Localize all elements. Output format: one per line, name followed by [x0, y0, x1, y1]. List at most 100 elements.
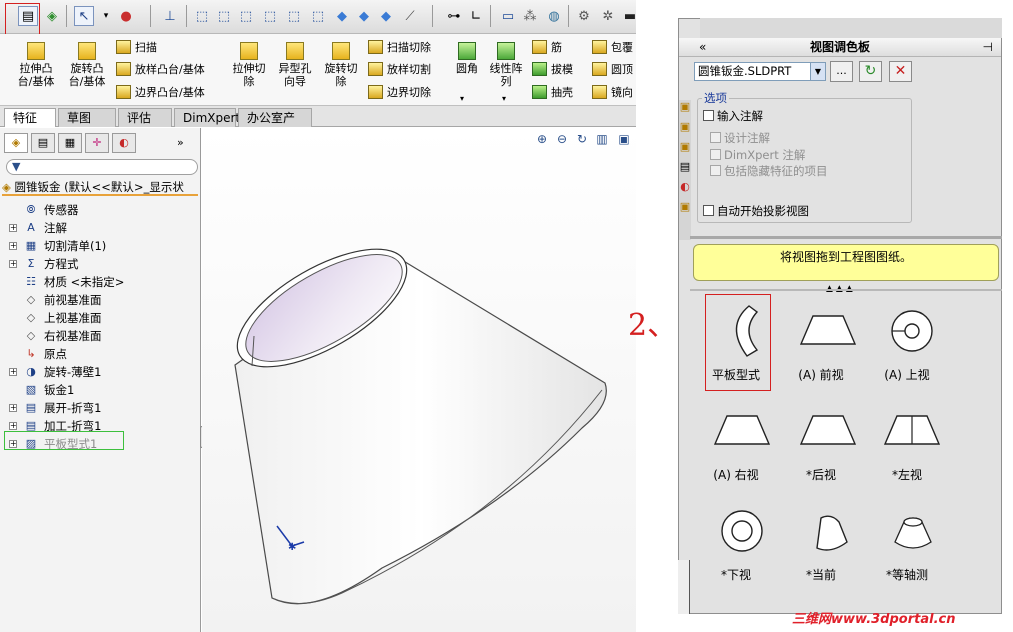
angle-icon[interactable]: ∟ [466, 6, 486, 26]
task-tab-icon[interactable]: ◐ [679, 180, 691, 200]
view-front-icon[interactable]: ⬚ [192, 6, 212, 26]
input-annotation-checkbox[interactable] [703, 110, 714, 121]
property-manager-icon[interactable]: ▤ [31, 133, 55, 153]
dimxpert-annotation-checkbox[interactable] [710, 149, 721, 160]
current-view-icon[interactable] [809, 514, 853, 554]
expand-plus-icon[interactable]: + [9, 368, 17, 376]
tab-features[interactable]: 特征 [4, 108, 56, 127]
feature-manager-icon[interactable]: ◈ [4, 133, 28, 153]
loft-boss-button[interactable]: 放样凸台/基体 [116, 61, 205, 77]
draft-button[interactable]: 拔模 [532, 61, 573, 77]
globe-icon[interactable]: ◍ [544, 6, 564, 26]
boundary-cut-button[interactable]: 边界切除 [368, 84, 431, 100]
tree-item[interactable]: ◇ 右视基准面 [0, 327, 200, 345]
view-back-icon[interactable]: ⬚ [214, 6, 234, 26]
refresh-icon[interactable]: ↻ [859, 61, 882, 82]
left-view-icon[interactable] [883, 412, 941, 448]
back-view-icon[interactable] [799, 412, 857, 448]
isometric-view-icon[interactable] [891, 514, 935, 554]
auto-project-checkbox[interactable] [703, 205, 714, 216]
graph-icon[interactable]: ⁂ [520, 6, 540, 26]
graphics-area[interactable]: ⊕ ⊖ ↻ ▥ ▣ ✱ [202, 128, 636, 632]
tree-item[interactable]: ◇ 前视基准面 [0, 291, 200, 309]
tree-item[interactable]: + ▦ 切割清单(1) [0, 237, 200, 255]
tree-item[interactable]: + A 注解 [0, 219, 200, 237]
tree-item[interactable]: ▧ 钣金1 [0, 381, 200, 399]
linear-pattern-button[interactable]: 线性阵 列 [484, 42, 528, 88]
tree-item[interactable]: + ▤ 展开-折弯1 [0, 399, 200, 417]
options-icon[interactable]: ✲ [598, 6, 618, 26]
tree-item[interactable]: ☷ 材质 <未指定> [0, 273, 200, 291]
hole-wizard-button[interactable]: 异型孔 向导 [272, 42, 318, 88]
extrude-cut-button[interactable]: 拉伸切 除 [226, 42, 272, 88]
measure-icon[interactable]: ⊶ [444, 6, 464, 26]
shaded-edges-icon[interactable]: ◆ [354, 6, 374, 26]
expand-plus-icon[interactable]: + [9, 404, 17, 412]
right-view-icon[interactable] [713, 412, 771, 448]
front-view-icon[interactable] [799, 312, 857, 348]
mirror-button[interactable]: 镜向 [592, 84, 633, 100]
view-left-icon[interactable]: ⬚ [236, 6, 256, 26]
ruler-icon[interactable]: ⟋ [400, 6, 420, 26]
top-view-icon[interactable] [889, 308, 935, 354]
tree-item[interactable]: + Σ 方程式 [0, 255, 200, 273]
shell-button[interactable]: 抽壳 [532, 84, 573, 100]
triad-icon[interactable]: ⊥ [160, 6, 180, 26]
hidden-lines-icon[interactable]: ◆ [376, 6, 396, 26]
pin-icon[interactable]: ⊣ [983, 38, 993, 56]
dome-button[interactable]: 圆顶 [592, 61, 633, 77]
fillet-dropdown-icon[interactable]: ▾ [460, 94, 464, 103]
view-bottom-icon[interactable]: ⬚ [308, 6, 328, 26]
wrap-button[interactable]: 包覆 [592, 39, 633, 55]
select-arrow-icon[interactable]: ↖ [74, 6, 94, 26]
monitor-icon[interactable]: ▭ [498, 6, 518, 26]
design-annotation-checkbox[interactable] [710, 132, 721, 143]
configuration-manager-icon[interactable]: ▦ [58, 133, 82, 153]
chevron-down-icon[interactable]: ▼ [810, 63, 825, 80]
task-tab-icon[interactable]: ▣ [679, 120, 691, 140]
more-icon[interactable]: ▬ [620, 6, 640, 26]
collapse-chevron-icon[interactable]: « [699, 38, 706, 56]
appearance-icon[interactable]: ● [116, 6, 136, 26]
dropdown-arrow-icon[interactable]: ▾ [96, 6, 116, 26]
settings-gear-icon[interactable]: ⚙ [574, 6, 594, 26]
tree-item[interactable]: ⦾ 传感器 [0, 201, 200, 219]
task-tab-icon[interactable]: ▣ [679, 140, 691, 160]
extrude-boss-button[interactable]: 拉伸凸 台/基体 [12, 42, 60, 88]
tree-item[interactable]: ↳ 原点 [0, 345, 200, 363]
display-manager-icon[interactable]: ◐ [112, 133, 136, 153]
close-icon[interactable]: ✕ [889, 61, 912, 82]
sweep-button[interactable]: 扫描 [116, 39, 157, 55]
file-select[interactable]: 圆锥钣金.SLDPRT ▼ [694, 62, 826, 81]
sweep-cut-button[interactable]: 扫描切除 [368, 39, 431, 55]
browse-button[interactable]: ... [830, 61, 853, 82]
tree-item[interactable]: + ◑ 旋转-薄壁1 [0, 363, 200, 381]
tab-office-products[interactable]: 办公室产品 [238, 108, 312, 143]
tree-item[interactable]: ◇ 上视基准面 [0, 309, 200, 327]
revolve-boss-button[interactable]: 旋转凸 台/基体 [62, 42, 112, 88]
boundary-boss-button[interactable]: 边界凸台/基体 [116, 84, 205, 100]
revolve-cut-button[interactable]: 旋转切 除 [318, 42, 364, 88]
bottom-view-icon[interactable] [719, 508, 765, 554]
shaded-icon[interactable]: ◆ [332, 6, 352, 26]
task-tab-icon[interactable]: ▤ [679, 160, 691, 180]
view-top-icon[interactable]: ⬚ [284, 6, 304, 26]
tab-evaluate[interactable]: 评估 [118, 108, 172, 127]
expand-plus-icon[interactable]: + [9, 224, 17, 232]
filter-input[interactable]: ▼ [6, 159, 198, 175]
expand-chevron-icon[interactable]: » [177, 133, 184, 155]
loft-cut-button[interactable]: 放样切割 [368, 61, 431, 77]
pattern-dropdown-icon[interactable]: ▾ [502, 94, 506, 103]
expand-plus-icon[interactable]: + [9, 260, 17, 268]
fillet-button[interactable]: 圆角 [452, 42, 482, 75]
tab-dimxpert[interactable]: DimXpert [174, 108, 240, 127]
task-tab-icon[interactable]: ▣ [679, 100, 691, 120]
view-right-icon[interactable]: ⬚ [260, 6, 280, 26]
tab-sketch[interactable]: 草图 [58, 108, 116, 127]
expand-plus-icon[interactable]: + [9, 242, 17, 250]
hidden-features-checkbox[interactable] [710, 165, 721, 176]
rib-button[interactable]: 筋 [532, 39, 562, 55]
rebuild-icon[interactable]: ◈ [42, 6, 62, 26]
tree-root[interactable]: ◈ 圆锥钣金 (默认<<默认>_显示状 [2, 178, 198, 196]
task-tab-icon[interactable]: ▣ [679, 200, 691, 220]
